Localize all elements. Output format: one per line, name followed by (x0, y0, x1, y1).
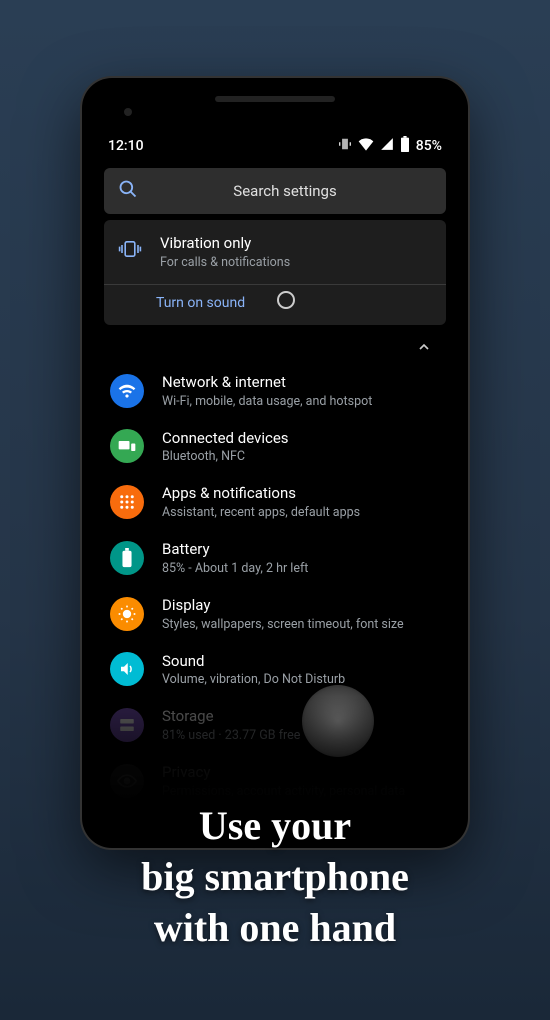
storage-icon (110, 708, 144, 742)
turn-on-sound-button[interactable]: Turn on sound (104, 284, 446, 325)
setting-subtitle: Wi-Fi, mobile, data usage, and hotspot (162, 394, 440, 409)
sound-icon (110, 652, 144, 686)
sound-mode-title: Vibration only (160, 234, 432, 253)
cursor-indicator-icon (277, 291, 295, 309)
setting-row-battery[interactable]: Battery 85% - About 1 day, 2 hr left (94, 530, 456, 586)
devices-icon (110, 429, 144, 463)
setting-subtitle: Volume, vibration, Do Not Disturb (162, 672, 440, 687)
speaker-grille (215, 96, 335, 102)
network-icon (110, 374, 144, 408)
setting-subtitle: 81% used · 23.77 GB free (162, 728, 440, 743)
signal-icon (380, 137, 394, 155)
setting-subtitle: Assistant, recent apps, default apps (162, 505, 440, 520)
privacy-icon (110, 764, 144, 798)
setting-title: Sound (162, 652, 440, 671)
vibration-icon (118, 239, 142, 264)
setting-title: Connected devices (162, 429, 440, 448)
status-icons: 85% (338, 136, 442, 156)
screen: 12:10 85% Search settings Vibration only… (94, 128, 456, 836)
setting-subtitle: Bluetooth, NFC (162, 449, 440, 464)
wifi-icon (358, 137, 374, 155)
setting-title: Privacy (162, 763, 440, 782)
sound-mode-subtitle: For calls & notifications (160, 255, 432, 270)
search-settings[interactable]: Search settings (104, 168, 446, 214)
setting-title: Display (162, 596, 440, 615)
setting-subtitle: Permissions, account activity, personal … (162, 784, 440, 799)
phone-frame: 12:10 85% Search settings Vibration only… (82, 78, 468, 848)
settings-list[interactable]: Network & internet Wi-Fi, mobile, data us… (94, 363, 456, 809)
search-icon (118, 179, 138, 203)
collapse-chevron[interactable] (94, 331, 456, 363)
setting-row-apps[interactable]: Apps & notifications Assistant, recent ap… (94, 474, 456, 530)
vibrate-status-icon (338, 137, 352, 155)
setting-row-network[interactable]: Network & internet Wi-Fi, mobile, data us… (94, 363, 456, 419)
setting-title: Apps & notifications (162, 484, 440, 503)
setting-subtitle: Styles, wallpapers, screen timeout, font… (162, 617, 440, 632)
sound-mode-row[interactable]: Vibration only For calls & notifications (104, 220, 446, 284)
display-icon (110, 597, 144, 631)
setting-row-storage[interactable]: Storage 81% used · 23.77 GB free (94, 697, 456, 753)
setting-title: Network & internet (162, 373, 440, 392)
setting-row-devices[interactable]: Connected devicesBluetooth, NFC (94, 419, 456, 475)
apps-icon (110, 485, 144, 519)
setting-row-display[interactable]: Display Styles, wallpapers, screen timeou… (94, 586, 456, 642)
setting-title: Battery (162, 540, 440, 559)
status-time: 12:10 (108, 138, 144, 154)
front-camera (124, 108, 132, 116)
setting-subtitle: 85% - About 1 day, 2 hr left (162, 561, 440, 576)
status-bar: 12:10 85% (94, 128, 456, 162)
sound-mode-card: Vibration only For calls & notifications… (104, 220, 446, 325)
search-placeholder: Search settings (168, 182, 432, 200)
setting-row-sound[interactable]: SoundVolume, vibration, Do Not Disturb (94, 642, 456, 698)
setting-title: Storage (162, 707, 440, 726)
battery-icon (110, 541, 144, 575)
battery-icon (400, 136, 410, 156)
marketing-caption: Use your big smartphone with one hand (0, 800, 550, 954)
battery-percent: 85% (416, 138, 442, 154)
